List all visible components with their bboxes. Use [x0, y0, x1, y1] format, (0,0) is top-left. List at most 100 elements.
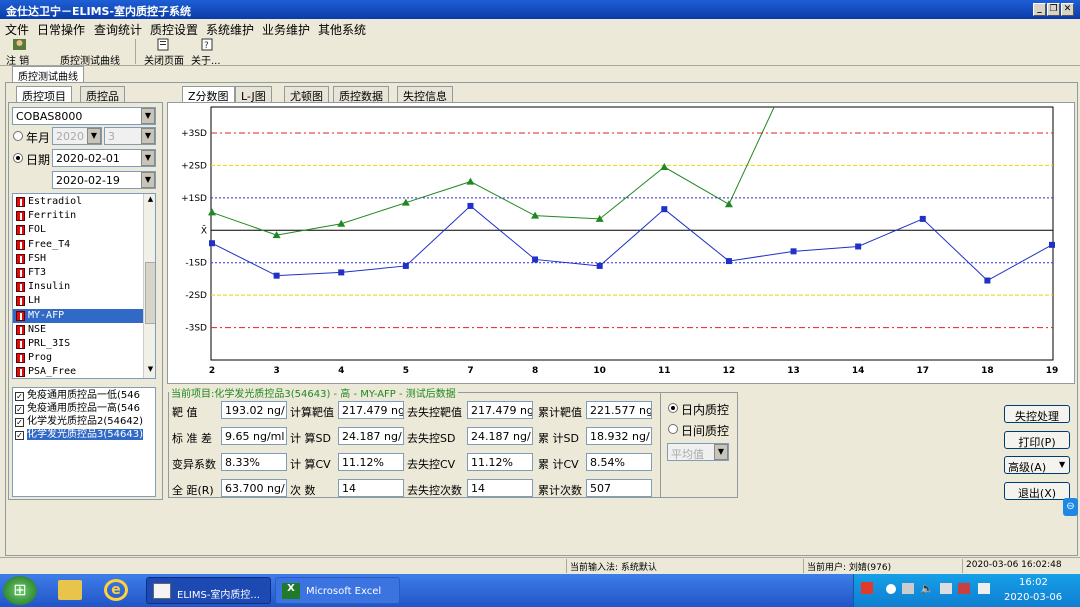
chevron-down-icon[interactable]: ▼ — [141, 108, 155, 124]
list-item[interactable]: Prog — [13, 351, 143, 365]
list-scrollbar[interactable]: ▲ ▼ — [143, 194, 155, 378]
chevron-down-icon[interactable]: ▼ — [1059, 460, 1065, 469]
calc-target-field[interactable]: 217.479 ng — [338, 401, 404, 419]
logout-icon[interactable] — [12, 38, 27, 51]
menu-business[interactable]: 业务维护 — [262, 21, 310, 38]
tab-z-score[interactable]: Z分数图 — [182, 86, 235, 103]
cum-cv-field[interactable]: 8.54% — [586, 453, 652, 471]
date-radio[interactable] — [13, 153, 23, 163]
list-item[interactable]: MY-AFP — [13, 308, 143, 323]
list-item[interactable]: Insulin — [13, 280, 143, 294]
list-item-label: Ferritin — [28, 210, 77, 222]
menu-system[interactable]: 系统维护 — [206, 21, 254, 38]
cum-sd-field[interactable]: 18.932 ng/ — [586, 427, 652, 445]
list-item[interactable]: Estradiol — [13, 195, 143, 209]
menu-file[interactable]: 文件 — [5, 21, 29, 38]
menu-qc-settings[interactable]: 质控设置 — [150, 21, 198, 38]
speaker-muted-icon[interactable] — [978, 583, 990, 594]
security-icon[interactable] — [958, 583, 970, 594]
list-item[interactable]: Ferritin — [13, 209, 143, 223]
tab-youden[interactable]: 尤顿图 — [284, 86, 329, 103]
calc-sd-field[interactable]: 24.187 ng/ — [338, 427, 404, 445]
chevron-down-icon[interactable]: ▼ — [141, 150, 155, 166]
control-list-item[interactable]: ✓ 化学发光质控品2(54642) — [13, 416, 155, 429]
list-item[interactable]: NSE — [13, 323, 143, 337]
oc-cv-field[interactable]: 11.12% — [467, 453, 533, 471]
scroll-down-icon[interactable]: ▼ — [145, 365, 155, 376]
year-month-radio[interactable] — [13, 131, 23, 141]
qc-item-list[interactable]: Estradiol Ferritin FOL Free_T4 FSH FT3 Insulin… — [12, 193, 156, 379]
menu-query[interactable]: 查询统计 — [94, 21, 142, 38]
control-list-item[interactable]: ✓ 化学发光质控品3(54643) — [13, 429, 155, 442]
list-item[interactable]: FSH — [13, 252, 143, 266]
tab-qc-items[interactable]: 质控项目 — [16, 86, 72, 103]
range-field[interactable]: 63.700 ng/ — [221, 479, 287, 497]
list-item[interactable]: PRL_3IS — [13, 337, 143, 351]
keyboard-icon[interactable] — [940, 583, 952, 594]
list-item[interactable]: Free_T4 — [13, 238, 143, 252]
ie-icon[interactable]: e — [104, 579, 128, 601]
out-of-control-button[interactable]: 失控处理 — [1004, 405, 1070, 423]
oc-target-field[interactable]: 217.479 ng — [467, 401, 533, 419]
cum-target-field[interactable]: 221.577 ng — [586, 401, 652, 419]
instrument-select[interactable]: COBAS8000 — [12, 107, 156, 125]
list-item[interactable]: FOL — [13, 223, 143, 237]
oc-sd-field[interactable]: 24.187 ng/ — [467, 427, 533, 445]
list-item[interactable]: PSA_Free — [13, 365, 143, 378]
checkbox-checked-icon[interactable]: ✓ — [15, 405, 24, 414]
tray-status-icon[interactable] — [886, 584, 896, 594]
chevron-down-icon[interactable]: ▼ — [141, 128, 155, 144]
list-item[interactable]: LH — [13, 294, 143, 308]
start-button[interactable]: ⊞ — [3, 576, 37, 605]
close-page-icon[interactable] — [156, 38, 171, 51]
sogou-icon[interactable] — [861, 582, 873, 594]
logout-button[interactable]: 注 销 — [6, 52, 29, 67]
data-point — [467, 202, 474, 209]
target-field[interactable]: 193.02 ng/ — [221, 401, 287, 419]
tab-qc-data[interactable]: 质控数据 — [333, 86, 389, 103]
print-button[interactable]: 打印(P) — [1004, 431, 1070, 449]
list-item[interactable]: FT3 — [13, 266, 143, 280]
close-page-button[interactable]: 关闭页面 — [144, 52, 184, 67]
close-button[interactable]: ✕ — [1061, 3, 1074, 16]
item-status-icon — [16, 239, 25, 250]
tab-out-of-control[interactable]: 失控信息 — [397, 86, 453, 103]
scroll-up-icon[interactable]: ▲ — [145, 195, 155, 206]
chevron-down-icon[interactable]: ▼ — [141, 172, 155, 188]
volume-icon[interactable]: 🔈 — [920, 582, 934, 595]
scroll-thumb[interactable] — [145, 262, 155, 324]
about-button[interactable]: 关于... — [191, 52, 221, 67]
control-list-item[interactable]: ✓ 免疫通用质控品一高(546 — [13, 403, 155, 416]
chevron-down-icon[interactable]: ▼ — [714, 444, 728, 460]
side-widget-icon[interactable]: ⊖ — [1063, 498, 1078, 516]
sd-label: 标 准 差 — [172, 432, 212, 445]
list-item-label: Estradiol — [28, 196, 83, 207]
menu-other[interactable]: 其他系统 — [318, 21, 366, 38]
network-icon[interactable] — [902, 583, 914, 594]
oc-count-field[interactable]: 14 — [467, 479, 533, 497]
checkbox-checked-icon[interactable]: ✓ — [15, 431, 24, 440]
count-field[interactable]: 14 — [338, 479, 404, 497]
tab-qc-products[interactable]: 质控品 — [80, 86, 125, 103]
cum-count-field[interactable]: 507 — [586, 479, 652, 497]
checkbox-checked-icon[interactable]: ✓ — [15, 392, 24, 401]
tab-qc-curve[interactable]: 质控测试曲线 — [12, 66, 84, 83]
inter-day-radio[interactable] — [668, 424, 678, 434]
qc-curve-button[interactable]: 质控测试曲线 — [60, 52, 120, 67]
folder-icon[interactable] — [58, 580, 82, 600]
minimize-button[interactable]: _ — [1033, 3, 1046, 16]
exit-button[interactable]: 退出(X) — [1004, 482, 1070, 500]
cv-field[interactable]: 8.33% — [221, 453, 287, 471]
control-list-item[interactable]: ✓ 免疫通用质控品一低(546 — [13, 390, 155, 403]
menu-daily[interactable]: 日常操作 — [37, 21, 85, 38]
sd-field[interactable]: 9.65 ng/ml — [221, 427, 287, 445]
checkbox-checked-icon[interactable]: ✓ — [15, 418, 24, 427]
restore-button[interactable]: ❐ — [1047, 3, 1060, 16]
cum-cv-label: 累 计CV — [538, 458, 579, 471]
tab-lj-chart[interactable]: L-J图 — [235, 86, 272, 103]
chevron-down-icon[interactable]: ▼ — [87, 128, 101, 144]
intra-day-radio[interactable] — [668, 403, 678, 413]
calc-cv-field[interactable]: 11.12% — [338, 453, 404, 471]
about-icon[interactable]: ? — [200, 38, 215, 51]
control-material-list[interactable]: ✓ 免疫通用质控品一低(546 ✓ 免疫通用质控品一高(546 ✓ 化学发光质控品2(54… — [12, 387, 156, 497]
